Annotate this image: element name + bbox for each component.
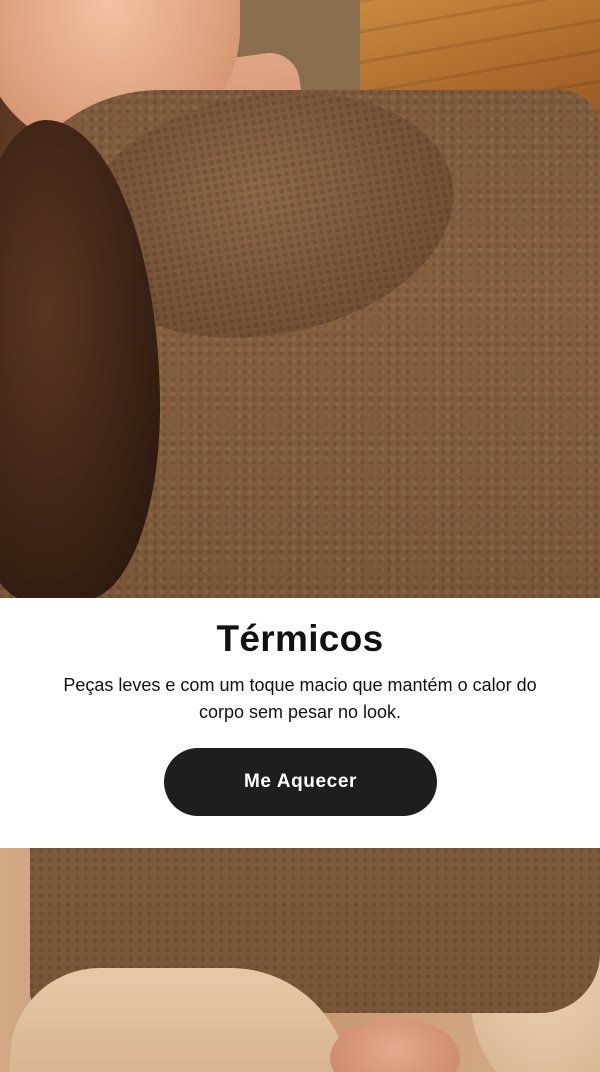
- promo-title: Térmicos: [216, 618, 384, 659]
- promo-description: Peças leves e com um toque macio que man…: [63, 675, 537, 722]
- me-aquecer-button[interactable]: Me Aquecer: [164, 748, 437, 816]
- hero-image-top[interactable]: [0, 0, 600, 598]
- promo-panel: Térmicos Peças leves e com um toque maci…: [0, 598, 600, 848]
- promo-page: Térmicos Peças leves e com um toque maci…: [0, 0, 600, 1072]
- hero-image-bottom[interactable]: [0, 848, 600, 1072]
